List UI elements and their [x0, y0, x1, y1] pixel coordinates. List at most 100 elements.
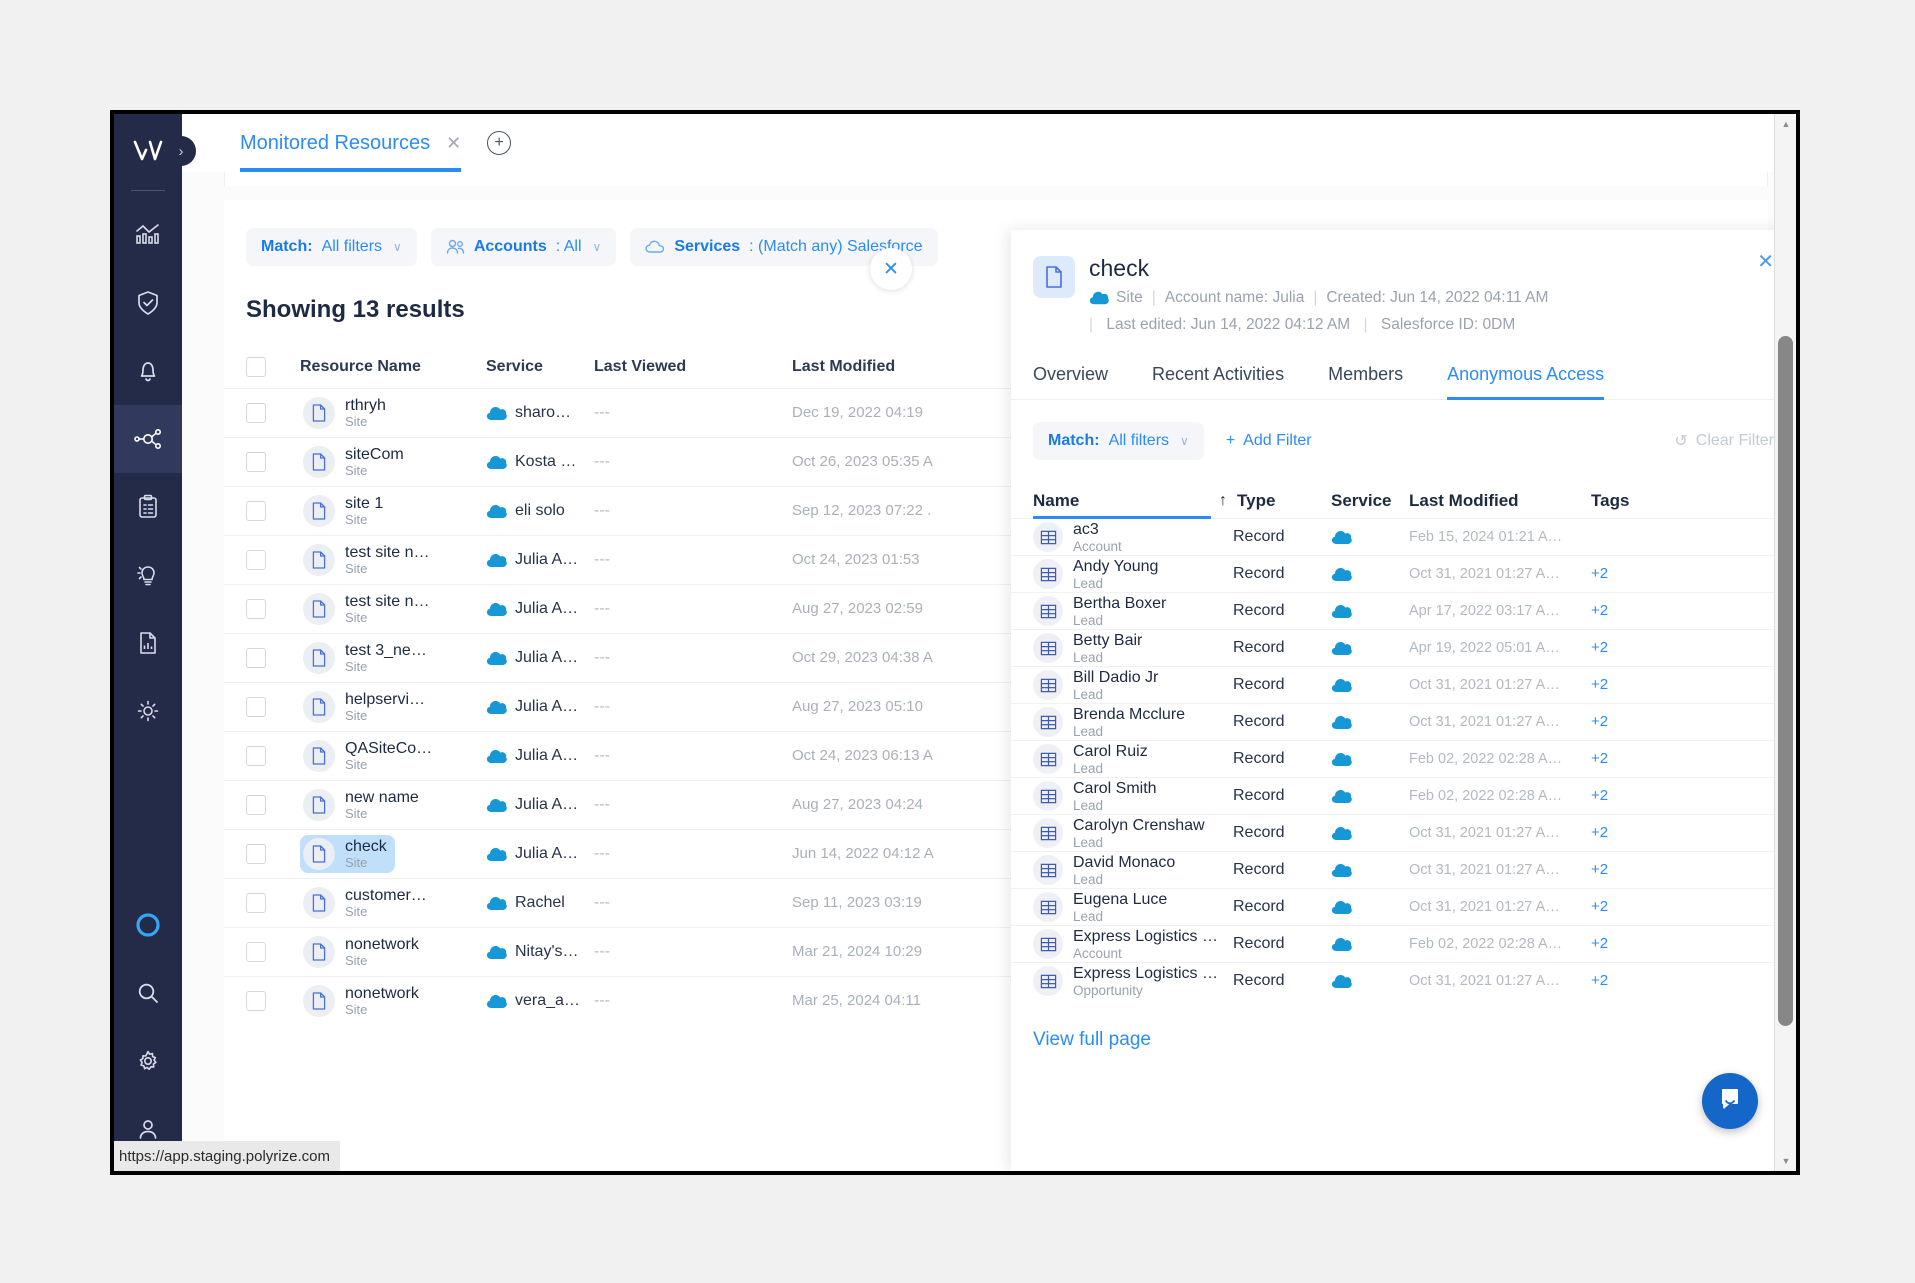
sidebar-item-monitored-resources[interactable] [114, 405, 182, 473]
table-row[interactable]: Andy Young Lead Record Oct 31, 2021 01:27 A… [1011, 555, 1796, 592]
cell-name[interactable]: ac3 Account [1033, 521, 1233, 554]
cell-resource-name[interactable]: helpservi… Site [300, 688, 486, 726]
scroll-up-arrow-icon[interactable]: ▲ [1775, 114, 1796, 134]
cell-name[interactable]: Bill Dadio Jr Lead [1033, 669, 1233, 702]
column-last-modified[interactable]: Last Modified [1409, 491, 1591, 511]
select-all-checkbox[interactable] [246, 357, 266, 377]
tab-members[interactable]: Members [1328, 364, 1403, 399]
chat-support-button[interactable] [1702, 1073, 1758, 1129]
cell-name[interactable]: David Monaco Lead [1033, 854, 1233, 887]
cell-resource-name[interactable]: QASiteCo… Site [300, 737, 486, 775]
resource-name-wrap[interactable]: siteCom Site [300, 443, 412, 481]
clear-filter-button[interactable]: ↺ Clear Filter [1674, 431, 1774, 451]
cell-resource-name[interactable]: nonetwork Site [300, 982, 486, 1020]
sidebar-item-security[interactable] [114, 269, 182, 337]
cell-name[interactable]: Bertha Boxer Lead [1033, 595, 1233, 628]
sidebar-item-discovery[interactable] [114, 677, 182, 745]
cell-tags[interactable]: +2 [1591, 676, 1796, 694]
resource-name-wrap[interactable]: customer… Site [300, 884, 435, 922]
tab-recent-activities[interactable]: Recent Activities [1152, 364, 1284, 399]
column-resource-name[interactable]: Resource Name [300, 358, 486, 376]
cell-name[interactable]: Carol Smith Lead [1033, 780, 1233, 813]
sidebar-item-analytics[interactable] [114, 201, 182, 269]
cell-resource-name[interactable]: customer… Site [300, 884, 486, 922]
resource-name-wrap[interactable]: test site n… Site [300, 590, 437, 628]
table-row[interactable]: Eugena Luce Lead Record Oct 31, 2021 01:27 … [1011, 888, 1796, 925]
sidebar-item-reports[interactable] [114, 609, 182, 677]
row-checkbox[interactable] [246, 550, 266, 570]
cell-resource-name[interactable]: nonetwork Site [300, 933, 486, 971]
row-checkbox[interactable] [246, 893, 266, 913]
table-row[interactable]: Carol Ruiz Lead Record Feb 02, 2022 02:28 A… [1011, 740, 1796, 777]
cell-tags[interactable]: +2 [1591, 713, 1796, 731]
cell-resource-name[interactable]: site 1 Site [300, 492, 486, 530]
sidebar-item-tasks[interactable] [114, 473, 182, 541]
cell-resource-name[interactable]: test site n… Site [300, 541, 486, 579]
table-row[interactable]: Brenda Mcclure Lead Record Oct 31, 2021 01:… [1011, 703, 1796, 740]
scroll-down-arrow-icon[interactable]: ▼ [1775, 1151, 1796, 1171]
rail-expand-button[interactable]: › [166, 136, 196, 166]
tab-anonymous-access[interactable]: Anonymous Access [1447, 364, 1605, 401]
resource-name-wrap[interactable]: rthryh Site [300, 394, 394, 432]
column-service[interactable]: Service [486, 358, 594, 376]
row-checkbox[interactable] [246, 599, 266, 619]
row-checkbox[interactable] [246, 403, 266, 423]
table-row[interactable]: Betty Bair Lead Record Apr 19, 2022 05:01 A… [1011, 629, 1796, 666]
tab-monitored-resources[interactable]: Monitored Resources ✕ [240, 114, 462, 172]
cell-tags[interactable]: +2 [1591, 972, 1796, 990]
resource-name-wrap[interactable]: helpservi… Site [300, 688, 433, 726]
cell-tags[interactable]: +2 [1591, 565, 1796, 583]
row-checkbox[interactable] [246, 501, 266, 521]
cell-name[interactable]: Brenda Mcclure Lead [1033, 706, 1233, 739]
resource-name-wrap[interactable]: QASiteCo… Site [300, 737, 440, 775]
column-tags[interactable]: Tags [1591, 491, 1796, 511]
browser-scrollbar-thumb[interactable] [1778, 336, 1793, 1026]
add-filter-button[interactable]: + Add Filter [1226, 432, 1312, 450]
table-row[interactable]: Carolyn Crenshaw Lead Record Oct 31, 2021 0… [1011, 814, 1796, 851]
panel-match-filter-chip[interactable]: Match: All filters ∨ [1033, 422, 1204, 461]
row-checkbox[interactable] [246, 795, 266, 815]
cell-tags[interactable]: +2 [1591, 935, 1796, 953]
cell-name[interactable]: Express Logistics … Opportunity [1033, 965, 1233, 998]
cell-resource-name[interactable]: siteCom Site [300, 443, 486, 481]
cell-name[interactable]: Carol Ruiz Lead [1033, 743, 1233, 776]
row-checkbox[interactable] [246, 844, 266, 864]
cell-name[interactable]: Carolyn Crenshaw Lead [1033, 817, 1233, 850]
cell-resource-name[interactable]: new name Site [300, 786, 486, 824]
resource-name-wrap[interactable]: nonetwork Site [300, 933, 427, 971]
row-checkbox[interactable] [246, 991, 266, 1011]
cell-tags[interactable]: +2 [1591, 861, 1796, 879]
table-row[interactable]: ac3 Account Record Feb 15, 2024 01:21 A… [1011, 518, 1796, 555]
cell-tags[interactable]: +2 [1591, 602, 1796, 620]
row-checkbox[interactable] [246, 942, 266, 962]
cell-name[interactable]: Betty Bair Lead [1033, 632, 1233, 665]
column-type[interactable]: ↑ Type [1219, 491, 1331, 511]
row-checkbox[interactable] [246, 746, 266, 766]
table-row[interactable]: Carol Smith Lead Record Feb 02, 2022 02:28 … [1011, 777, 1796, 814]
accounts-filter-chip[interactable]: Accounts : All ∨ [430, 228, 617, 266]
column-name[interactable]: Name [1033, 491, 1233, 511]
cell-resource-name[interactable]: test site n… Site [300, 590, 486, 628]
table-row[interactable]: Bertha Boxer Lead Record Apr 17, 2022 03:17… [1011, 592, 1796, 629]
column-last-viewed[interactable]: Last Viewed [594, 358, 792, 376]
cell-resource-name[interactable]: check Site [300, 835, 486, 873]
cell-resource-name[interactable]: test 3_ne… Site [300, 639, 486, 677]
panel-close-icon[interactable]: ✕ [1757, 252, 1774, 272]
cell-name[interactable]: Andy Young Lead [1033, 558, 1233, 591]
cell-tags[interactable]: +2 [1591, 639, 1796, 657]
add-tab-button[interactable]: + [487, 131, 512, 155]
row-checkbox[interactable] [246, 697, 266, 717]
browser-scrollbar[interactable]: ▲ ▼ [1774, 114, 1796, 1171]
row-checkbox[interactable] [246, 648, 266, 668]
table-row[interactable]: Bill Dadio Jr Lead Record Oct 31, 2021 01:2… [1011, 666, 1796, 703]
table-row[interactable]: Express Logistics … Account Record Feb 02, … [1011, 925, 1796, 962]
row-checkbox[interactable] [246, 452, 266, 472]
cell-resource-name[interactable]: rthryh Site [300, 394, 486, 432]
tab-overview[interactable]: Overview [1033, 364, 1108, 399]
cell-tags[interactable]: +2 [1591, 750, 1796, 768]
view-full-page-link[interactable]: View full page [1011, 999, 1796, 1051]
resource-name-wrap[interactable]: new name Site [300, 786, 427, 824]
sidebar-item-insights[interactable] [114, 541, 182, 609]
sidebar-item-settings[interactable] [114, 1027, 182, 1095]
resource-name-wrap[interactable]: site 1 Site [300, 492, 391, 530]
